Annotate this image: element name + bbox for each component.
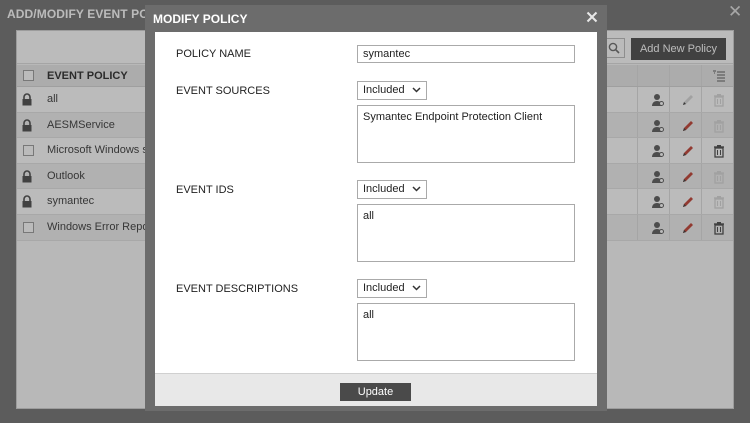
policy-name-input[interactable] xyxy=(357,45,575,63)
event-ids-textarea[interactable]: all xyxy=(357,204,575,262)
event-ids-select[interactable]: Included xyxy=(357,180,427,199)
modify-policy-dialog: MODIFY POLICY POLICY NAME EVENT SOURCES … xyxy=(145,5,607,411)
policy-name-label: POLICY NAME xyxy=(176,48,251,60)
event-sources-select-value: Included xyxy=(363,84,405,96)
event-descriptions-textarea[interactable]: all xyxy=(357,303,575,361)
event-descriptions-select[interactable]: Included xyxy=(357,279,427,298)
dialog-footer: Update xyxy=(155,373,597,406)
event-ids-select-value: Included xyxy=(363,183,405,195)
event-sources-textarea[interactable]: Symantec Endpoint Protection Client xyxy=(357,105,575,163)
event-descriptions-select-value: Included xyxy=(363,282,405,294)
chevron-down-icon xyxy=(412,87,421,93)
event-sources-select[interactable]: Included xyxy=(357,81,427,100)
dialog-body: POLICY NAME EVENT SOURCES Included Syman… xyxy=(155,32,597,373)
update-button[interactable]: Update xyxy=(340,383,411,401)
close-icon[interactable] xyxy=(586,11,598,23)
event-ids-label: EVENT IDS xyxy=(176,184,234,196)
chevron-down-icon xyxy=(412,186,421,192)
event-sources-label: EVENT SOURCES xyxy=(176,85,270,97)
dialog-title: MODIFY POLICY xyxy=(153,12,248,26)
chevron-down-icon xyxy=(412,285,421,291)
event-descriptions-label: EVENT DESCRIPTIONS xyxy=(176,283,299,295)
